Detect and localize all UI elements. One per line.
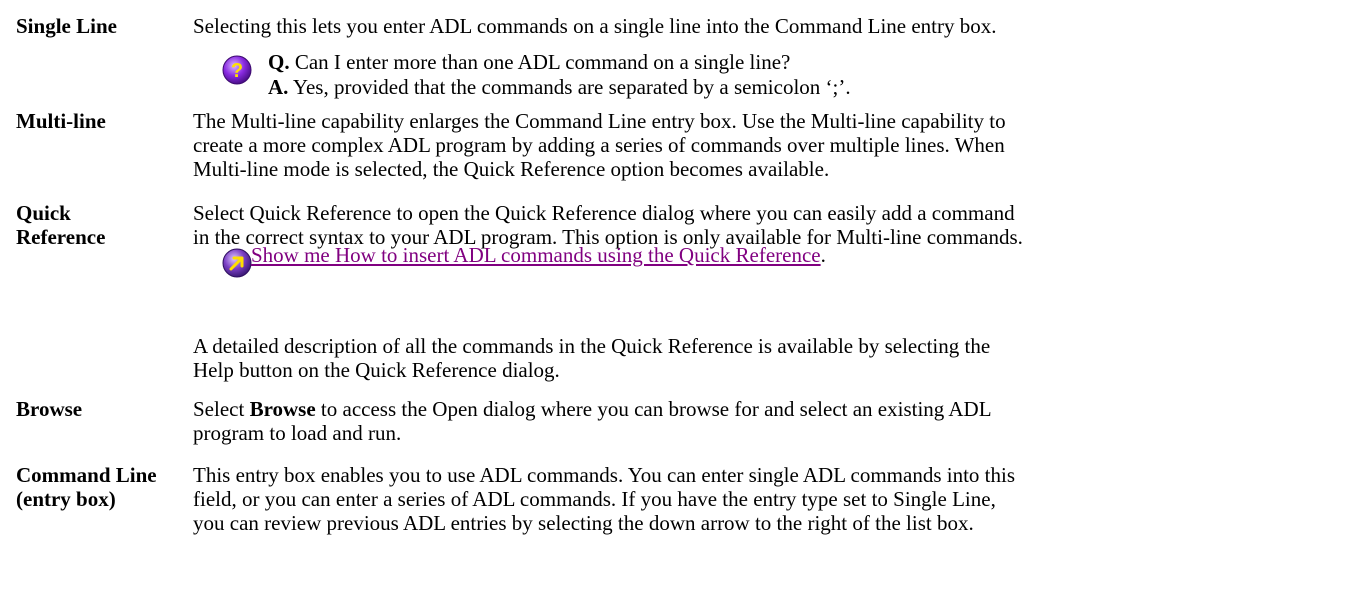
term-multi-line: Multi-line	[16, 109, 106, 133]
desc-single-line: Selecting this lets you enter ADL comman…	[193, 14, 997, 38]
desc-command-line: This entry box enables you to use ADL co…	[193, 463, 1353, 535]
question-help-icon: ?	[222, 55, 252, 85]
desc-line: This entry box enables you to use ADL co…	[193, 463, 1016, 487]
term-command-line: Command Line (entry box)	[16, 463, 216, 511]
question-label: Q.	[268, 50, 290, 74]
desc-line: Select Browse to access the Open dialog …	[193, 397, 1353, 421]
desc-line: Select Quick Reference to open the Quick…	[193, 201, 1015, 225]
answer-text: Yes, provided that the commands are sepa…	[288, 75, 851, 99]
question-text: Can I enter more than one ADL command on…	[289, 50, 791, 74]
term-line: (entry box)	[16, 487, 116, 511]
desc-line: The Multi-line capability enlarges the C…	[193, 109, 1006, 133]
browse-post: to access the Open dialog where you can …	[315, 397, 992, 421]
term-quick-reference: Quick Reference	[16, 201, 216, 249]
desc-browse: Select Browse to access the Open dialog …	[193, 397, 1353, 445]
desc-line: you can review previous ADL entries by s…	[193, 511, 974, 535]
desc-line: create a more complex ADL program by add…	[193, 133, 1005, 157]
browse-pre: Select	[193, 397, 250, 421]
show-me-arrow-icon[interactable]	[221, 247, 253, 279]
show-me-suffix: .	[820, 243, 826, 267]
desc-line: program to load and run.	[193, 421, 402, 445]
term-line: Reference	[16, 225, 106, 249]
show-me-line: Show me How to insert ADL commands using…	[251, 243, 826, 267]
svg-text:?: ?	[231, 60, 243, 82]
desc-quick-reference: Select Quick Reference to open the Quick…	[193, 201, 1353, 249]
browse-bold: Browse	[249, 397, 316, 421]
faq-question: Q. Can I enter more than one ADL command…	[268, 50, 790, 74]
desc-line: Help button on the Quick Reference dialo…	[193, 358, 560, 382]
desc-line: A detailed description of all the comman…	[193, 334, 991, 358]
show-me-link[interactable]: Show me How to insert ADL commands using…	[251, 243, 821, 267]
term-browse: Browse	[16, 397, 83, 421]
desc-line: field, or you can enter a series of ADL …	[193, 487, 996, 511]
term-line: Command Line	[16, 463, 157, 487]
desc-quick-reference-extra: A detailed description of all the comman…	[193, 334, 1353, 382]
faq-answer: A. Yes, provided that the commands are s…	[268, 75, 851, 99]
desc-line: Multi-line mode is selected, the Quick R…	[193, 157, 830, 181]
term-line: Quick	[16, 201, 71, 225]
answer-label: A.	[268, 75, 289, 99]
term-single-line: Single Line	[16, 14, 117, 38]
desc-multi-line: The Multi-line capability enlarges the C…	[193, 109, 1353, 181]
